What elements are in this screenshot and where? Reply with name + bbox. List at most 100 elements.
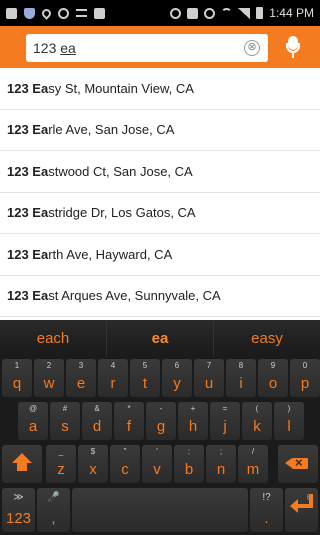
key-y[interactable]: 6y [162,359,192,397]
key-hint: _ [58,447,64,456]
suggestion-match: 123 Ea [7,246,49,262]
alarm-icon [204,7,216,19]
key-d[interactable]: & d [82,402,112,440]
voice-search-button[interactable] [280,34,306,60]
suggestion-match: 123 Ea [7,205,49,221]
key-label: j [223,418,227,435]
suggestion-item[interactable]: 123 Ea sy St, Mountain View, CA [0,68,320,110]
backspace-key[interactable] [278,445,318,483]
key-hint: & [94,404,100,413]
suggestion-item[interactable]: 123 Ea stwood Ct, San Jose, CA [0,151,320,193]
prediction-bar: each ea easy [0,320,320,356]
comma-label: , [51,510,56,527]
key-label: x [89,461,97,478]
screenshot-icon [6,7,17,19]
key-hint: @ [28,404,38,413]
comma-key[interactable]: 🎤 , [37,488,70,532]
key-label: n [216,461,226,478]
symbols-hint: ≫ [13,492,24,503]
notification-icons [6,6,105,20]
suggestion-rest: stridge Dr, Los Gatos, CA [48,205,196,221]
suggestion-rest: rle Ave, San Jose, CA [48,122,175,138]
clear-icon[interactable]: ⊗ [244,40,260,56]
key-g[interactable]: -g [146,402,176,440]
location-icon [40,6,53,20]
shift-key[interactable] [2,445,42,483]
backspace-icon [285,455,308,470]
search-input[interactable]: 123 ea [33,39,233,57]
prediction-right[interactable]: easy [214,320,320,356]
suggestion-item[interactable]: 123 Ea st Arques Ave, Sunnyvale, CA [0,276,320,317]
key-hint: " [123,447,127,456]
key-b[interactable]: :b [174,445,204,483]
key-u[interactable]: 7u [194,359,224,397]
key-n[interactable]: ; n [206,445,236,483]
key-s[interactable]: # s [50,402,80,440]
key-j[interactable]: = j [210,402,240,440]
shield-icon [24,7,35,19]
key-hint: 1 [14,361,20,370]
symbols-key[interactable]: ≫ 123 [2,488,35,532]
key-m[interactable]: / m [238,445,268,483]
key-label: f [126,418,132,435]
key-label: v [153,461,161,478]
prediction-left[interactable]: each [0,320,107,356]
key-row-4: ≫ 123 🎤 , !? . ☺ [0,485,320,535]
enter-icon [290,494,313,513]
symbols-label: 123 [5,510,32,527]
suggestion-item[interactable]: 123 Ea stridge Dr, Los Gatos, CA [0,193,320,234]
enter-key[interactable]: ☺ [285,488,318,532]
key-o[interactable]: 9o [258,359,288,397]
key-a[interactable]: @ a [18,402,48,440]
key-label: s [61,418,69,435]
key-v[interactable]: ' v [142,445,172,483]
suggestion-rest: st Arques Ave, Sunnyvale, CA [48,288,221,304]
key-label: e [76,375,86,392]
key-label: t [142,375,148,392]
search-input-prefix: 123 [33,40,61,56]
key-z[interactable]: _ z [46,445,76,483]
suggestion-match: 123 Ea [7,80,49,96]
key-hint: - [159,404,163,413]
wifi-hotspot-icon [76,9,87,17]
key-r[interactable]: 4r [98,359,128,397]
key-f[interactable]: * f [114,402,144,440]
period-key[interactable]: !? . [250,488,283,532]
key-q[interactable]: 1q [2,359,32,397]
key-label: h [188,418,198,435]
key-x[interactable]: $ x [78,445,108,483]
wifi-icon [221,7,233,19]
key-hint: : [187,447,191,456]
key-label: d [92,418,102,435]
key-l[interactable]: ) l [274,402,304,440]
key-c[interactable]: " c [110,445,140,483]
key-label: z [57,461,65,478]
key-t[interactable]: 5t [130,359,160,397]
nfc-icon [187,7,199,19]
key-row-2: @ a # s & d * f - g + h = j(k) l [0,399,320,442]
battery-icon [256,7,264,19]
suggestion-item[interactable]: 123 Ea rle Ave, San Jose, CA [0,110,320,151]
key-label: u [204,375,214,392]
key-hint: 4 [110,361,116,370]
key-label: o [268,375,278,392]
space-key[interactable] [72,488,248,532]
prediction-center[interactable]: ea [107,320,214,356]
key-hint: 7 [206,361,212,370]
key-hint: ) [287,404,291,413]
search-box[interactable]: 123 ea ⊗ [26,34,268,62]
key-p[interactable]: 0p [290,359,320,397]
suggestion-list: 123 Ea sy St, Mountain View, CA 123 Ea rle… [0,68,320,320]
key-w[interactable]: 2w [34,359,64,397]
key-hint: 0 [302,361,308,370]
suggestion-rest: stwood Ct, San Jose, CA [48,163,193,179]
key-i[interactable]: 8i [226,359,256,397]
key-label: r [110,375,116,392]
suggestion-item[interactable]: 123 Ea rth Ave, Hayward, CA [0,234,320,276]
key-hint: ; [219,447,223,456]
key-e[interactable]: 3e [66,359,96,397]
key-hint: = [222,404,228,413]
key-h[interactable]: + h [178,402,208,440]
key-hint: ( [255,404,259,413]
key-k[interactable]: (k [242,402,272,440]
